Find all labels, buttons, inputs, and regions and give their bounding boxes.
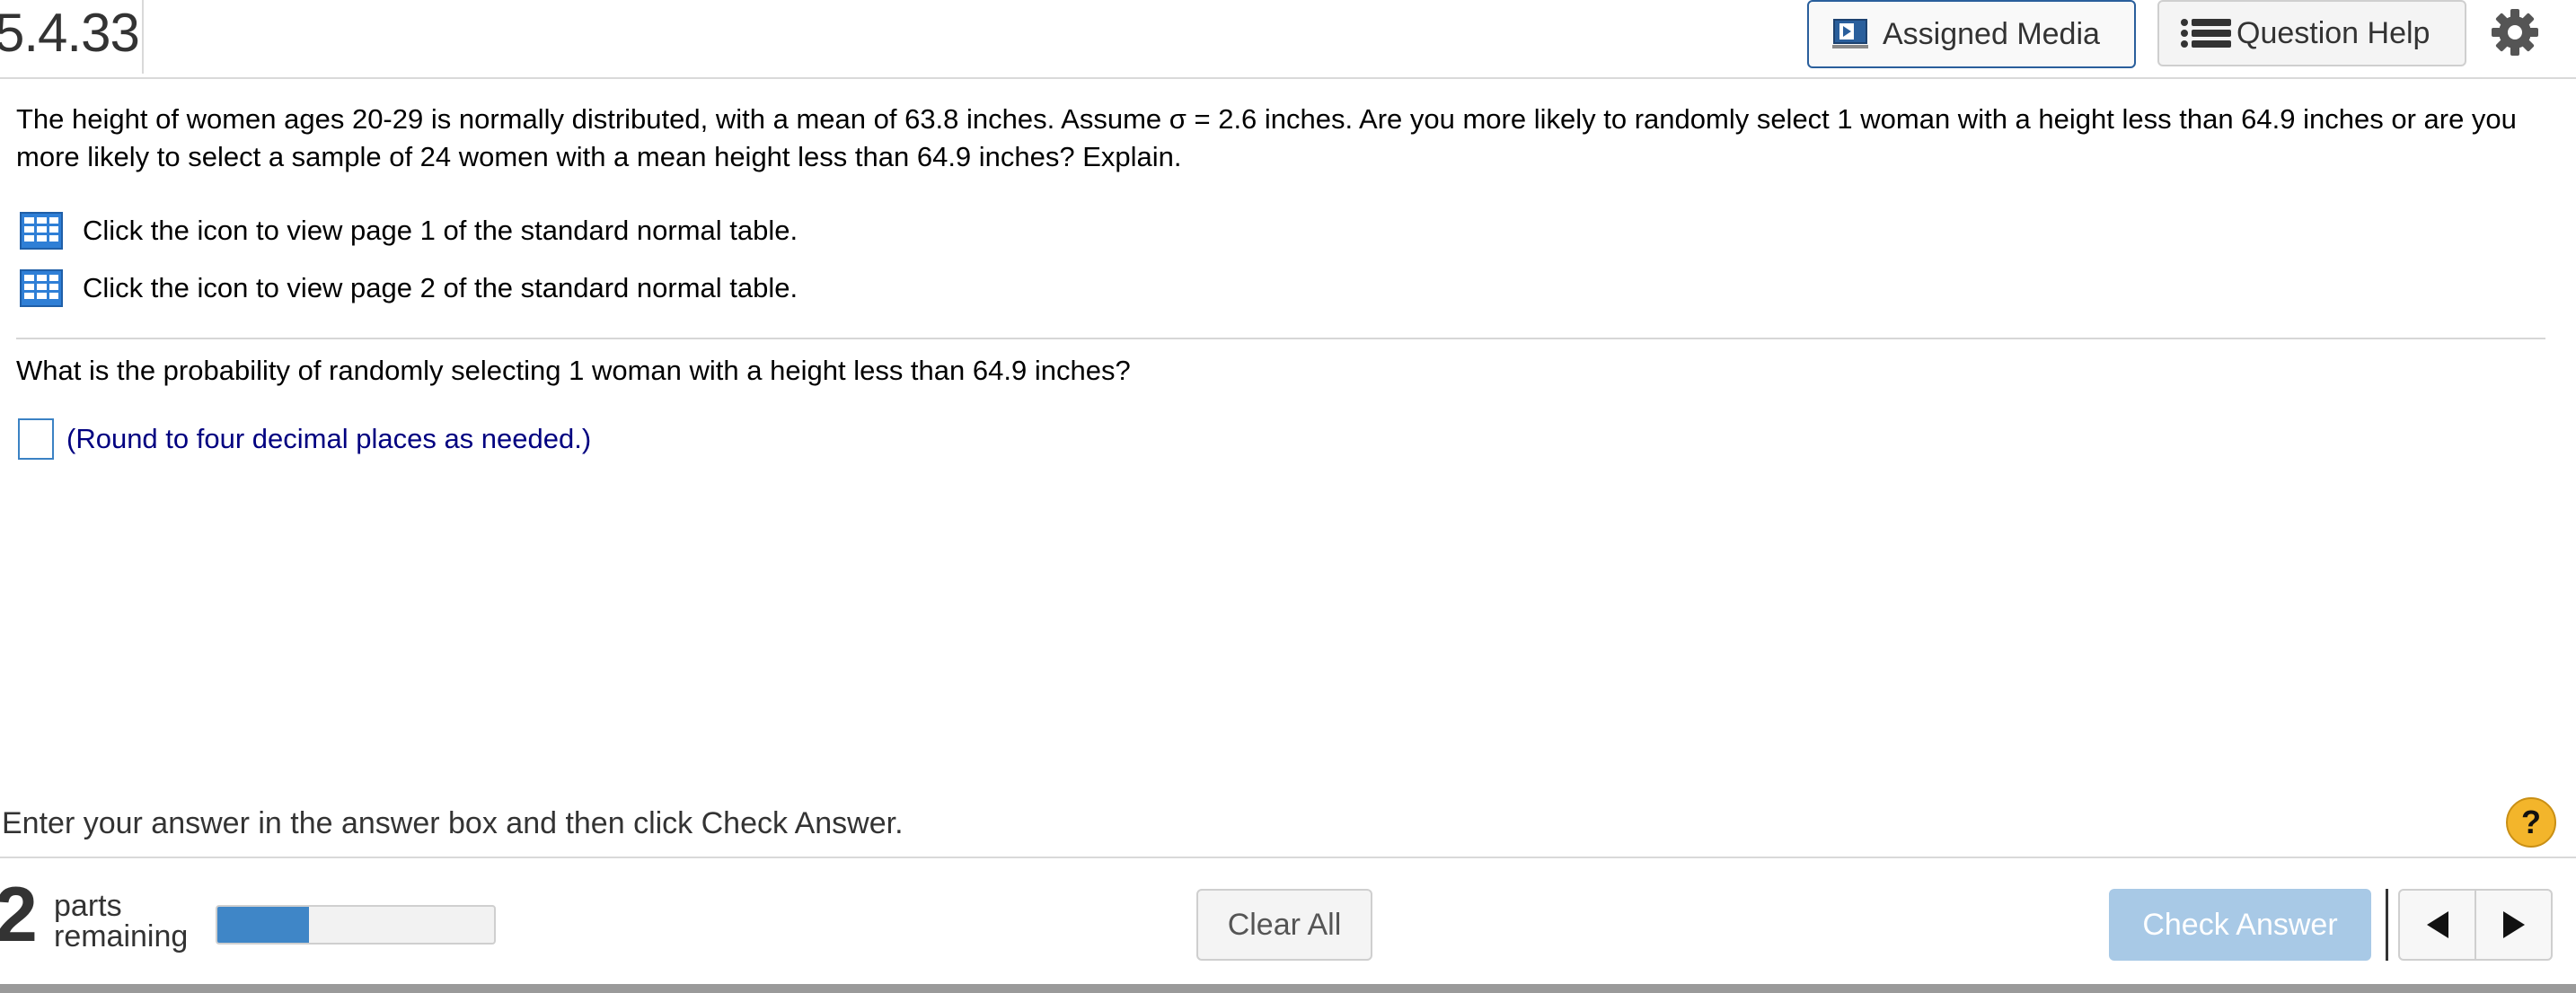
clear-all-button[interactable]: Clear All	[1196, 889, 1372, 961]
question-prompt: What is the probability of randomly sele…	[16, 355, 1131, 386]
assigned-media-label: Assigned Media	[1883, 16, 2100, 51]
next-arrow-icon	[2502, 911, 2525, 938]
instruction-text: Enter your answer in the answer box and …	[2, 806, 904, 840]
progress-bar	[216, 905, 496, 945]
header-bar: 5.4.33 Assigned Media Question Help	[0, 0, 2576, 79]
answer-input[interactable]	[18, 418, 54, 460]
gear-icon[interactable]	[2488, 5, 2542, 59]
section-divider	[16, 338, 2545, 339]
nav-separator	[2386, 889, 2388, 961]
progress-fill	[217, 907, 309, 943]
standard-normal-table-link-1[interactable]: Click the icon to view page 1 of the sta…	[20, 212, 798, 250]
question-help-button[interactable]: Question Help	[2157, 0, 2466, 66]
list-icon	[2181, 19, 2231, 48]
question-number: 5.4.33	[0, 3, 140, 63]
table-link-label-2: Click the icon to view page 2 of the sta…	[83, 272, 798, 303]
question-nav	[2398, 889, 2553, 961]
table-icon[interactable]	[20, 212, 63, 250]
next-question-button[interactable]	[2475, 891, 2551, 959]
media-icon	[1832, 19, 1868, 48]
check-answer-button[interactable]: Check Answer	[2109, 889, 2371, 961]
previous-question-button[interactable]	[2400, 891, 2475, 959]
standard-normal-table-link-2[interactable]: Click the icon to view page 2 of the sta…	[20, 269, 798, 307]
table-link-label-1: Click the icon to view page 1 of the sta…	[83, 215, 798, 246]
header-divider	[142, 0, 144, 74]
remaining-label: remaining	[54, 919, 189, 953]
answer-hint: (Round to four decimal places as needed.…	[66, 423, 592, 454]
footer-divider	[0, 857, 2576, 858]
prev-arrow-icon	[2426, 911, 2448, 938]
parts-count: 2	[0, 872, 38, 958]
question-stem: The height of women ages 20-29 is normal…	[16, 103, 2517, 172]
assigned-media-button[interactable]: Assigned Media	[1807, 0, 2136, 68]
table-icon[interactable]	[20, 269, 63, 307]
question-help-label: Question Help	[2236, 15, 2430, 50]
help-icon[interactable]: ?	[2506, 797, 2556, 848]
parts-label: parts	[54, 889, 122, 923]
bottom-edge	[0, 984, 2576, 993]
